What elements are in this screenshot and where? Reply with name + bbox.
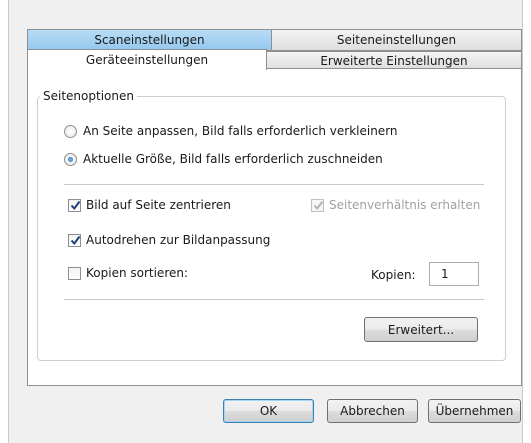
radio-label: Aktuelle Größe, Bild falls erforderlich … bbox=[83, 152, 383, 166]
tab-label: Geräteeinstellungen bbox=[85, 53, 209, 67]
separator bbox=[64, 184, 484, 185]
copies-label: Kopien: bbox=[371, 268, 416, 282]
apply-button[interactable]: Übernehmen bbox=[428, 399, 521, 423]
copies-label-text: Kopien: bbox=[371, 268, 416, 282]
checkbox-label: Kopien sortieren: bbox=[86, 266, 189, 280]
radio-label: An Seite anpassen, Bild falls erforderli… bbox=[83, 124, 398, 138]
checkmark-icon bbox=[70, 235, 81, 245]
tab-label: Seiteneinstellungen bbox=[336, 33, 457, 47]
copies-value: 1 bbox=[441, 267, 449, 281]
tab-page-settings[interactable]: Seiteneinstellungen bbox=[271, 29, 522, 51]
dialog-window: Scaneinstellungen Seiteneinstellungen Ge… bbox=[0, 0, 531, 443]
button-label: Übernehmen bbox=[435, 404, 514, 418]
checkmark-icon bbox=[70, 200, 81, 210]
checkmark-icon bbox=[313, 200, 324, 210]
checkbox-keep-aspect[interactable]: Seitenverhältnis erhalten bbox=[311, 198, 480, 212]
radio-fit-page[interactable]: An Seite anpassen, Bild falls erforderli… bbox=[64, 124, 398, 138]
cancel-button[interactable]: Abbrechen bbox=[327, 399, 418, 423]
checkbox-label: Bild auf Seite zentrieren bbox=[86, 198, 231, 212]
tab-device-settings[interactable]: Geräteeinstellungen bbox=[27, 49, 267, 70]
checkbox[interactable] bbox=[311, 198, 324, 212]
window-right-border bbox=[522, 0, 531, 443]
checkbox[interactable] bbox=[68, 198, 81, 212]
checkbox-collate[interactable]: Kopien sortieren: bbox=[68, 266, 188, 280]
radio-button[interactable] bbox=[64, 124, 77, 138]
checkbox-label: Autodrehen zur Bildanpassung bbox=[86, 233, 271, 247]
copies-input[interactable]: 1 bbox=[429, 262, 479, 286]
checkbox-autorotate[interactable]: Autodrehen zur Bildanpassung bbox=[68, 233, 270, 247]
window-left-border bbox=[0, 0, 9, 443]
button-label: OK bbox=[259, 404, 278, 418]
ok-button[interactable]: OK bbox=[223, 399, 314, 423]
radio-actual-size[interactable]: Aktuelle Größe, Bild falls erforderlich … bbox=[64, 152, 383, 166]
group-title: Seitenoptionen bbox=[40, 89, 137, 103]
button-label: Abbrechen bbox=[340, 404, 405, 418]
separator bbox=[64, 299, 484, 300]
tab-label: Scaneinstellungen bbox=[94, 33, 205, 47]
tab-scan-settings[interactable]: Scaneinstellungen bbox=[27, 29, 272, 51]
checkbox[interactable] bbox=[68, 233, 81, 247]
advanced-button[interactable]: Erweitert... bbox=[364, 317, 478, 342]
checkbox-label: Seitenverhältnis erhalten bbox=[329, 198, 481, 212]
checkbox[interactable] bbox=[68, 266, 81, 280]
tab-label: Erweiterte Einstellungen bbox=[320, 53, 468, 68]
radio-button-selected[interactable] bbox=[64, 152, 77, 166]
button-label: Erweitert... bbox=[387, 322, 455, 337]
checkbox-center-image[interactable]: Bild auf Seite zentrieren bbox=[68, 198, 231, 212]
